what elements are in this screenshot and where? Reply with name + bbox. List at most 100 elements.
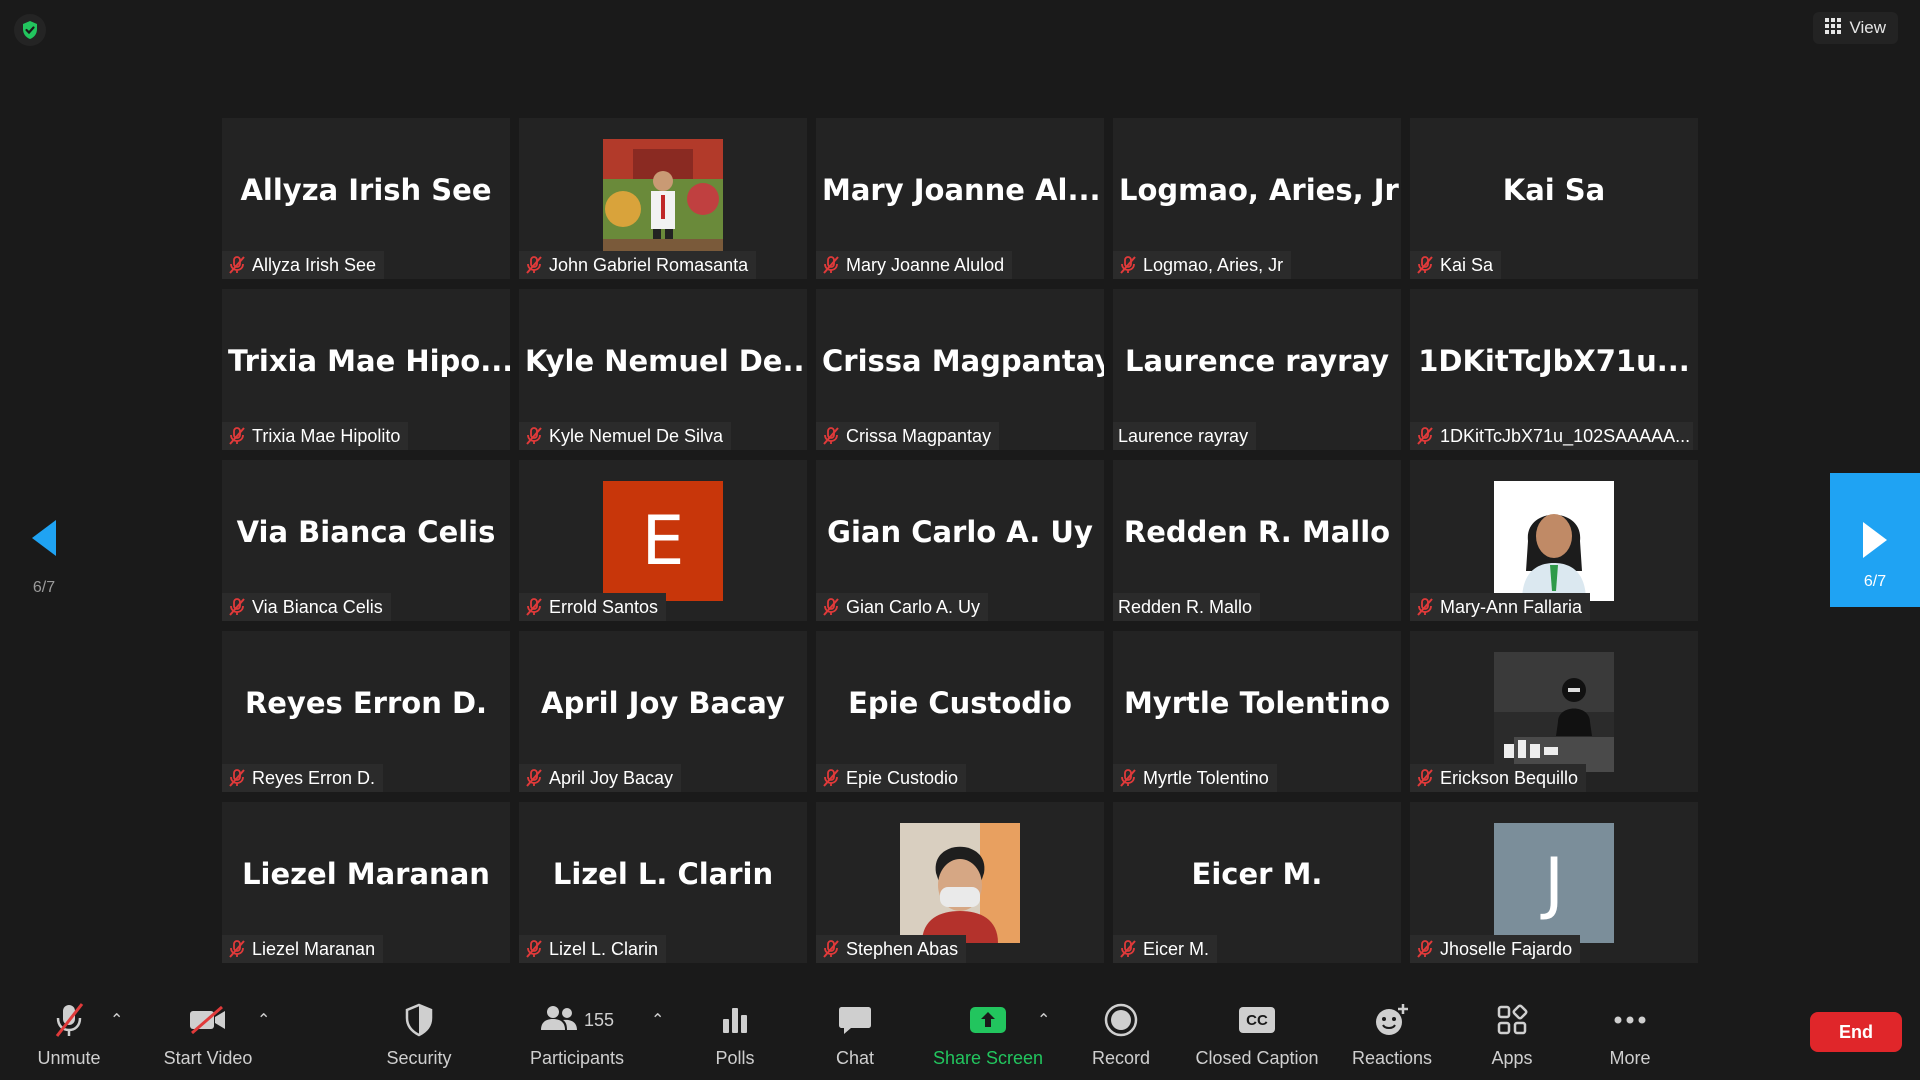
view-button[interactable]: View — [1813, 12, 1898, 44]
participant-name-tag: 1DKitTcJbX71u_102SAAAAA... — [1410, 422, 1693, 450]
chat-button[interactable]: Chat — [825, 1000, 885, 1078]
closed-caption-button[interactable]: CC Closed Caption — [1190, 1000, 1324, 1078]
participant-name-label: Stephen Abas — [846, 938, 959, 959]
participant-display-name: Allyza Irish See — [240, 173, 492, 207]
participants-button[interactable]: 155 Participants — [524, 1000, 630, 1078]
participant-name-label: Errold Santos — [549, 596, 659, 617]
microphone-muted-icon — [1415, 597, 1435, 617]
participant-name-tag: Eicer M. — [1113, 935, 1218, 963]
participant-name-label: Redden R. Mallo — [1118, 596, 1253, 617]
participant-tile[interactable]: Gian Carlo A. Uy Gian Carlo A. Uy — [816, 460, 1104, 621]
microphone-muted-icon — [524, 768, 544, 788]
page-indicator-right: 6/7 — [1863, 573, 1887, 590]
participant-name-tag: Redden R. Mallo — [1113, 593, 1261, 621]
audio-options-caret-icon[interactable]: ⌃ — [110, 1010, 123, 1030]
participants-options-caret-icon[interactable]: ⌃ — [651, 1010, 664, 1030]
participant-name-tag: Via Bianca Celis — [222, 593, 391, 621]
polls-button[interactable]: Polls — [705, 1000, 765, 1078]
participant-name-tag: Erickson Bequillo — [1410, 764, 1587, 792]
participant-display-name: Myrtle Tolentino — [1123, 686, 1391, 720]
participant-name-label: Kai Sa — [1440, 254, 1494, 275]
participant-name-tag: Myrtle Tolentino — [1113, 764, 1277, 792]
participant-name-tag: Allyza Irish See — [222, 251, 385, 279]
end-meeting-button[interactable]: End — [1810, 1012, 1902, 1052]
share-screen-button[interactable]: Share Screen — [930, 1000, 1046, 1078]
page-indicator-left: 6/7 — [32, 579, 56, 596]
microphone-muted-icon — [1118, 255, 1138, 275]
encryption-shield-icon[interactable] — [14, 14, 46, 46]
participant-tile[interactable]: Laurence rayray Laurence rayray — [1113, 289, 1401, 450]
participant-tile[interactable]: Stephen Abas — [816, 802, 1104, 963]
participant-tile[interactable]: Epie Custodio Epie Custodio — [816, 631, 1104, 792]
unmute-button[interactable]: Unmute — [32, 1000, 106, 1078]
start-video-button[interactable]: Start Video — [155, 1000, 261, 1078]
microphone-muted-icon — [227, 768, 247, 788]
participant-tile[interactable]: Lizel L. Clarin Lizel L. Clarin — [519, 802, 807, 963]
participant-display-name: Redden R. Mallo — [1123, 515, 1391, 549]
participant-avatar-initial: E — [603, 481, 723, 601]
participant-tile[interactable]: E Errold Santos — [519, 460, 807, 621]
participant-tile[interactable]: Via Bianca Celis Via Bianca Celis — [222, 460, 510, 621]
security-button[interactable]: Security — [378, 1000, 460, 1078]
participant-name-label: Myrtle Tolentino — [1143, 767, 1269, 788]
participant-profile-photo — [1494, 481, 1614, 601]
microphone-muted-icon — [524, 255, 544, 275]
reactions-button[interactable]: Reactions — [1350, 1000, 1434, 1078]
participant-name-label: John Gabriel Romasanta — [549, 254, 749, 275]
participant-tile[interactable]: Trixia Mae Hipo... Trixia Mae Hipolito — [222, 289, 510, 450]
participant-display-name: Via Bianca Celis — [236, 515, 496, 549]
participant-tile[interactable]: 1DKitTcJbX71u... 1DKitTcJbX71u_102SAAAAA.… — [1410, 289, 1698, 450]
share-options-caret-icon[interactable]: ⌃ — [1037, 1010, 1050, 1030]
participant-grid: Allyza Irish See Allyza Irish See John Gab… — [222, 118, 1698, 963]
participant-name-label: Mary Joanne Alulod — [846, 254, 1005, 275]
microphone-muted-icon — [227, 939, 247, 959]
participant-tile[interactable]: Liezel Maranan Liezel Maranan — [222, 802, 510, 963]
microphone-muted-icon — [52, 1000, 86, 1040]
apps-button[interactable]: Apps — [1484, 1000, 1540, 1078]
participant-display-name: Liezel Maranan — [242, 857, 490, 891]
microphone-muted-icon — [524, 939, 544, 959]
microphone-muted-icon — [821, 426, 841, 446]
participant-tile[interactable]: Eicer M. Eicer M. — [1113, 802, 1401, 963]
record-button[interactable]: Record — [1088, 1000, 1154, 1078]
previous-page-button[interactable]: 6/7 — [24, 518, 64, 597]
microphone-muted-icon — [1118, 768, 1138, 788]
participant-name-label: Via Bianca Celis — [252, 596, 383, 617]
next-page-button[interactable]: 6/7 — [1830, 473, 1920, 607]
participant-name-label: Lizel L. Clarin — [549, 938, 659, 959]
participant-name-tag: Logmao, Aries, Jr — [1113, 251, 1292, 279]
start-video-label: Start Video — [163, 1048, 253, 1068]
apps-icon — [1496, 1000, 1528, 1040]
participant-tile[interactable]: Redden R. Mallo Redden R. Mallo — [1113, 460, 1401, 621]
participant-name-tag: Crissa Magpantay — [816, 422, 1000, 450]
participant-tile[interactable]: Mary-Ann Fallaria — [1410, 460, 1698, 621]
microphone-muted-icon — [821, 939, 841, 959]
participant-tile[interactable]: April Joy Bacay April Joy Bacay — [519, 631, 807, 792]
chat-bubble-icon — [838, 1000, 872, 1040]
participant-display-name: Gian Carlo A. Uy — [827, 515, 1093, 549]
video-options-caret-icon[interactable]: ⌃ — [257, 1010, 270, 1030]
more-button[interactable]: More — [1600, 1000, 1660, 1078]
participant-tile[interactable]: Erickson Bequillo — [1410, 631, 1698, 792]
participants-label: Participants — [529, 1048, 625, 1068]
participants-count: 155 — [583, 1009, 615, 1030]
participant-tile[interactable]: Myrtle Tolentino Myrtle Tolentino — [1113, 631, 1401, 792]
shield-icon — [404, 1000, 434, 1040]
apps-label: Apps — [1491, 1048, 1533, 1068]
share-screen-label: Share Screen — [932, 1048, 1044, 1068]
participant-tile[interactable]: Logmao, Aries, Jr Logmao, Aries, Jr — [1113, 118, 1401, 279]
participant-tile[interactable]: Kyle Nemuel De... Kyle Nemuel De Silva — [519, 289, 807, 450]
participant-tile[interactable]: J Jhoselle Fajardo — [1410, 802, 1698, 963]
participant-name-tag: Reyes Erron D. — [222, 764, 384, 792]
closed-caption-icon: CC — [1239, 1000, 1275, 1040]
participant-tile[interactable]: Allyza Irish See Allyza Irish See — [222, 118, 510, 279]
record-label: Record — [1091, 1048, 1151, 1068]
participant-tile[interactable]: Kai Sa Kai Sa — [1410, 118, 1698, 279]
participant-display-name: Reyes Erron D. — [244, 686, 488, 720]
participant-name-tag: Kai Sa — [1410, 251, 1502, 279]
participant-name-label: Liezel Maranan — [252, 938, 376, 959]
participant-tile[interactable]: Crissa Magpantay Crissa Magpantay — [816, 289, 1104, 450]
participant-tile[interactable]: Mary Joanne Al... Mary Joanne Alulod — [816, 118, 1104, 279]
participant-tile[interactable]: John Gabriel Romasanta — [519, 118, 807, 279]
participant-tile[interactable]: Reyes Erron D. Reyes Erron D. — [222, 631, 510, 792]
